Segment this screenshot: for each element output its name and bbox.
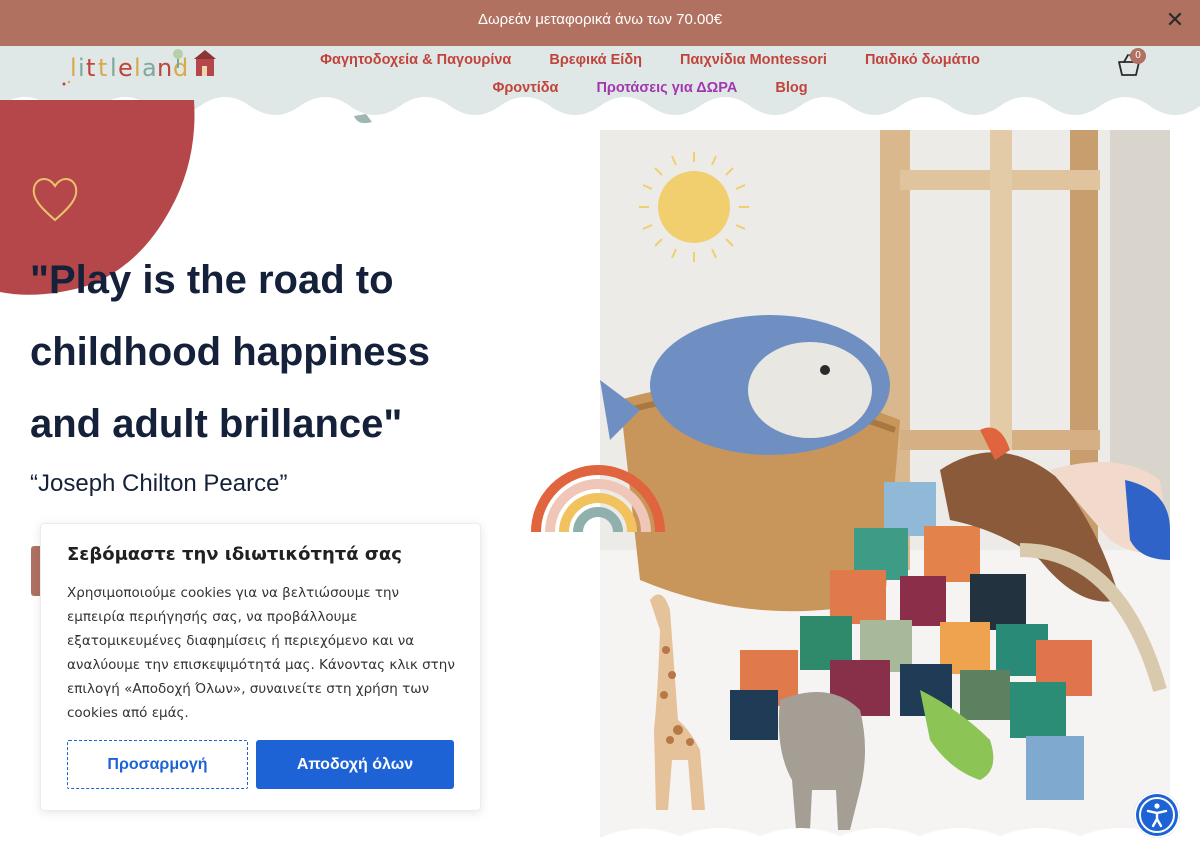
logo-graphic: l i t t l e l a n d bbox=[62, 49, 216, 86]
quote-author: “Joseph Chilton Pearce” bbox=[30, 470, 288, 497]
rainbow-icon bbox=[531, 465, 665, 533]
nav-item-gift-ideas[interactable]: Προτάσεις για ΔΩΡΑ bbox=[596, 80, 737, 96]
svg-text:l: l bbox=[110, 54, 117, 82]
nav-item-baby-items[interactable]: Βρεφικά Είδη bbox=[549, 52, 642, 68]
cookie-banner-title: Σεβόμαστε την ιδιωτικότητά σας bbox=[67, 544, 402, 565]
hero-quote: "Play is the road to childhood happiness… bbox=[30, 244, 550, 460]
hero-quote-line: "Play is the road to bbox=[30, 258, 394, 302]
nav-row-secondary: Φροντίδα Προτάσεις για ΔΩΡΑ Blog bbox=[300, 74, 1000, 102]
accessibility-icon bbox=[1139, 797, 1175, 833]
nav-item-montessori-toys[interactable]: Παιχνίδια Montessori bbox=[680, 52, 827, 68]
announcement-bar: Δωρεάν μεταφορικά άνω των 70.00€ ✕ bbox=[0, 0, 1200, 46]
logo[interactable]: l i t t l e l a n d bbox=[60, 48, 220, 88]
cookie-banner-text: Χρησιμοποιούμε cookies για να βελτιώσουμ… bbox=[67, 585, 455, 721]
svg-text:t: t bbox=[86, 54, 95, 82]
hero-quote-line: and adult brillance" bbox=[30, 402, 403, 446]
accept-all-button[interactable]: Αποδοχή όλων bbox=[256, 740, 454, 789]
hero-image bbox=[600, 130, 1170, 838]
svg-text:l: l bbox=[134, 54, 141, 82]
nav-item-care[interactable]: Φροντίδα bbox=[492, 80, 558, 96]
toys-photo-illustration bbox=[600, 130, 1170, 838]
cart-button[interactable]: 0 bbox=[1116, 48, 1146, 82]
svg-text:e: e bbox=[118, 54, 133, 82]
close-icon[interactable]: ✕ bbox=[1164, 9, 1186, 31]
nav-item-lunchboxes[interactable]: Φαγητοδοχεία & Παγουρίνα bbox=[320, 52, 511, 68]
announcement-text: Δωρεάν μεταφορικά άνω των 70.00€ bbox=[477, 11, 723, 28]
svg-text:a: a bbox=[142, 54, 157, 82]
svg-text:i: i bbox=[78, 54, 85, 82]
nav-row-primary: Φαγητοδοχεία & Παγουρίνα Βρεφικά Είδη Πα… bbox=[300, 46, 1000, 74]
side-tab-handle[interactable] bbox=[31, 546, 40, 596]
cookie-consent-banner: Σεβόμαστε την ιδιωτικότητά σας Χρησιμοπο… bbox=[40, 523, 481, 811]
main-navigation: Φαγητοδοχεία & Παγουρίνα Βρεφικά Είδη Πα… bbox=[300, 46, 1000, 102]
accessibility-button[interactable] bbox=[1134, 792, 1180, 838]
cart-count-badge: 0 bbox=[1130, 48, 1146, 64]
svg-text:n: n bbox=[157, 54, 172, 82]
nav-item-blog[interactable]: Blog bbox=[775, 80, 807, 96]
customize-button[interactable]: Προσαρμογή bbox=[67, 740, 248, 789]
svg-text:t: t bbox=[98, 54, 107, 82]
hero-quote-line: childhood happiness bbox=[30, 330, 431, 374]
svg-text:l: l bbox=[70, 54, 77, 82]
heart-icon bbox=[32, 178, 78, 222]
nav-item-kids-room[interactable]: Παιδικό δωμάτιο bbox=[865, 52, 980, 68]
